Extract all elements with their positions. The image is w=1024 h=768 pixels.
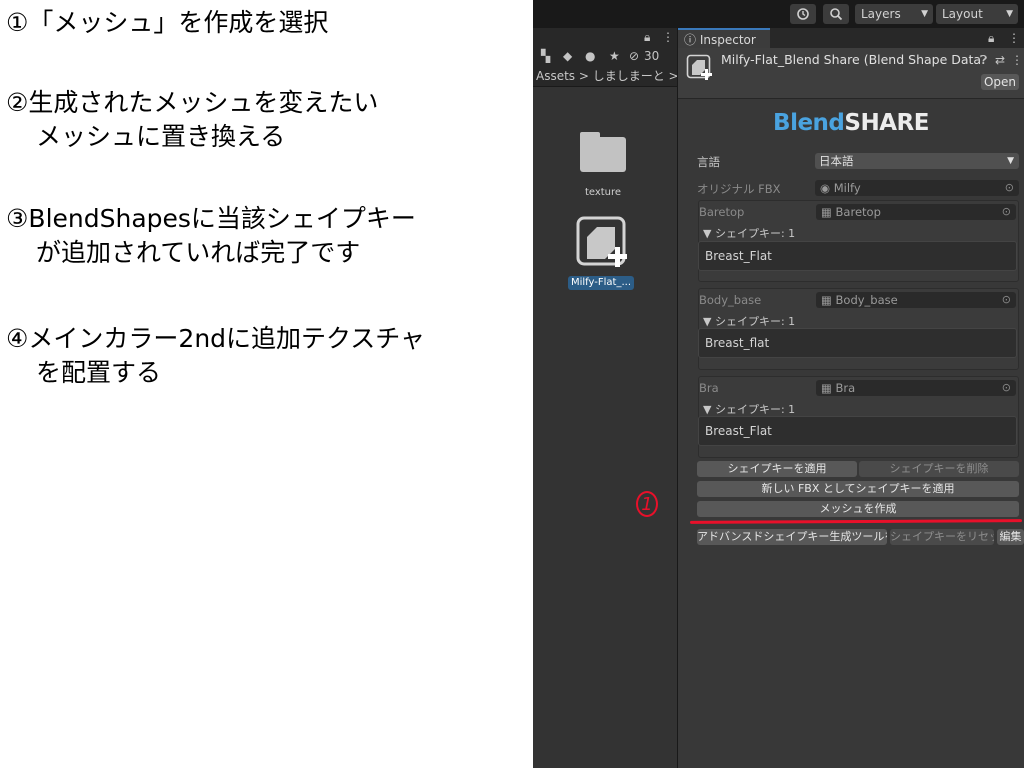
label-icon[interactable]: ◆ xyxy=(563,47,572,65)
open-advanced-tool-button[interactable]: アドバンスドシェイプキー生成ツールを開く xyxy=(697,529,887,545)
model-icon: ◉ xyxy=(820,181,831,195)
info-icon: ⓘ xyxy=(684,33,697,47)
mesh-field: ▦ Baretop ⊙ xyxy=(816,204,1016,220)
annotation-step-marker: 1 xyxy=(636,491,658,517)
inspector-title: Milfy-Flat_Blend Share (Blend Shape Data xyxy=(721,52,982,67)
shapekey-item: Breast_flat xyxy=(698,328,1017,358)
asset-label-milfy[interactable]: Milfy-Flat_... xyxy=(568,276,634,290)
editor-toolbar: Layers ▼ Layout ▼ xyxy=(533,0,1024,28)
mesh-icon: ▦ xyxy=(821,293,832,307)
mesh-icon: ▦ xyxy=(821,381,832,395)
mesh-icon: ▦ xyxy=(821,205,832,219)
object-picker-icon: ⊙ xyxy=(1001,205,1011,218)
lock-icon[interactable]: 🔒︎ xyxy=(644,28,650,46)
original-fbx-label: オリジナル FBX xyxy=(697,182,781,196)
shapekey-item: Breast_Flat xyxy=(698,416,1017,446)
hidden-count: 30 xyxy=(644,49,660,63)
chevron-down-icon: ▼ xyxy=(1007,156,1014,166)
blendshare-logo: BlendSHARE xyxy=(773,110,929,136)
object-picker-icon: ⊙ xyxy=(1001,381,1011,394)
language-dropdown[interactable]: 日本語 ▼ xyxy=(815,153,1019,169)
layout-dropdown[interactable]: Layout ▼ xyxy=(936,4,1018,24)
mesh-group-name: Bra xyxy=(699,381,719,395)
hidden-packages-icon[interactable]: ⊘ xyxy=(629,47,639,65)
layers-dropdown[interactable]: Layers ▼ xyxy=(855,4,933,24)
blendshare-asset-icon xyxy=(686,54,712,80)
shapekey-foldout[interactable]: ▼ シェイプキー: 1 xyxy=(703,225,795,241)
unity-editor: Layers ▼ Layout ▼ 🔒︎ ⋮ ▚ ◆ ● ★ ⊘ 30 Assets… xyxy=(533,0,1024,768)
breadcrumb[interactable]: Assets > しましまーと > 追加 xyxy=(533,66,677,87)
mesh-field: ▦ Body_base ⊙ xyxy=(816,292,1016,308)
project-assets-grid: texture Milfy-Flat_... xyxy=(533,87,677,768)
shapekey-item: Breast_Flat xyxy=(698,241,1017,271)
folder-icon[interactable] xyxy=(580,132,626,172)
apply-shapekey-button[interactable]: シェイプキーを適用 xyxy=(697,461,857,477)
edit-button[interactable]: 編集 xyxy=(997,529,1024,545)
original-fbx-field: ◉ Milfy ⊙ xyxy=(815,180,1019,196)
instruction-step-1: ①「メッシュ」を作成を選択 xyxy=(6,8,329,37)
favorite-star-icon[interactable]: ★ xyxy=(609,47,620,65)
mesh-group-name: Baretop xyxy=(699,205,745,219)
project-panel-header: 🔒︎ ⋮ xyxy=(533,28,677,46)
reset-shapekey-button[interactable]: シェイプキーをリセット xyxy=(890,529,994,545)
history-icon[interactable] xyxy=(790,4,816,24)
kebab-menu-icon[interactable]: ⋮ xyxy=(662,28,674,46)
kebab-menu-icon[interactable]: ⋮ xyxy=(1011,51,1023,69)
chevron-down-icon: ▼ xyxy=(1006,9,1013,19)
blendshare-asset-icon[interactable] xyxy=(575,215,633,273)
tab-inspector[interactable]: ⓘ Inspector xyxy=(678,28,770,48)
filter-type-icon[interactable]: ▚ xyxy=(541,47,550,65)
object-picker-icon: ⊙ xyxy=(1001,293,1011,306)
create-mesh-button[interactable]: メッシュを作成 xyxy=(697,501,1019,517)
mesh-field: ▦ Bra ⊙ xyxy=(816,380,1016,396)
instruction-panel: ①「メッシュ」を作成を選択 ②生成されたメッシュを変えたい メッシュに置き換える … xyxy=(0,0,533,768)
instruction-step-4: ④メインカラー2ndに追加テクスチャ を配置する xyxy=(6,324,426,387)
chevron-down-icon: ▼ xyxy=(921,9,928,19)
instruction-step-2: ②生成されたメッシュを変えたい メッシュに置き換える xyxy=(6,88,379,151)
shapekey-foldout[interactable]: ▼ シェイプキー: 1 xyxy=(703,313,795,329)
inspector-tabbar: ⓘ Inspector 🔒︎ ⋮ xyxy=(678,28,1024,48)
project-panel: 🔒︎ ⋮ ▚ ◆ ● ★ ⊘ 30 Assets > しましまーと > 追加 t… xyxy=(533,28,678,768)
lock-icon[interactable]: 🔒︎ xyxy=(988,29,994,47)
inspector-panel: ⓘ Inspector 🔒︎ ⋮ Milfy-Flat_Blend Share … xyxy=(678,28,1024,768)
asset-label-texture[interactable]: texture xyxy=(573,187,633,198)
project-toolbar: ▚ ◆ ● ★ ⊘ 30 xyxy=(533,46,677,66)
presets-icon[interactable]: ⇄ xyxy=(995,51,1005,69)
apply-as-new-fbx-button[interactable]: 新しい FBX としてシェイプキーを適用 xyxy=(697,481,1019,497)
warning-icon[interactable]: ● xyxy=(585,47,595,65)
instruction-step-3: ③BlendShapesに当該シェイプキー が追加されていれば完了です xyxy=(6,204,416,267)
delete-shapekey-button[interactable]: シェイプキーを削除 xyxy=(859,461,1019,477)
language-label: 言語 xyxy=(697,155,720,169)
mesh-group-name: Body_base xyxy=(699,293,762,307)
kebab-menu-icon[interactable]: ⋮ xyxy=(1008,29,1020,47)
search-icon[interactable] xyxy=(823,4,849,24)
inspector-header: Milfy-Flat_Blend Share (Blend Shape Data… xyxy=(678,48,1024,99)
open-button[interactable]: Open xyxy=(981,74,1019,90)
help-icon[interactable]: ❓︎ xyxy=(980,51,987,69)
object-picker-icon: ⊙ xyxy=(1004,181,1014,194)
shapekey-foldout[interactable]: ▼ シェイプキー: 1 xyxy=(703,401,795,417)
